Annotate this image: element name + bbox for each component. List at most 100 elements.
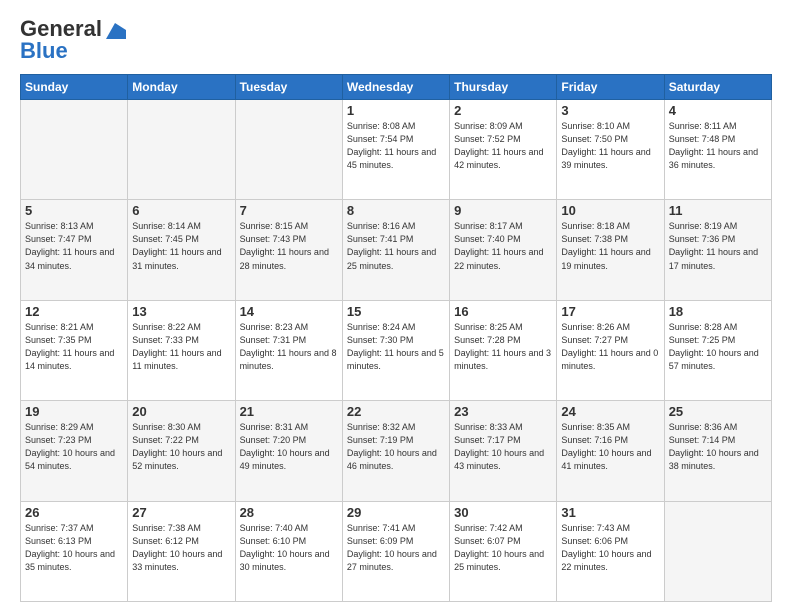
calendar-cell: 7 Sunrise: 8:15 AMSunset: 7:43 PMDaylight… [235,200,342,300]
day-info: Sunrise: 8:36 AMSunset: 7:14 PMDaylight:… [669,421,767,473]
day-number: 23 [454,404,552,419]
day-number: 19 [25,404,123,419]
day-info: Sunrise: 8:24 AMSunset: 7:30 PMDaylight:… [347,321,445,373]
calendar-cell: 21 Sunrise: 8:31 AMSunset: 7:20 PMDayligh… [235,401,342,501]
day-number: 11 [669,203,767,218]
calendar-cell: 24 Sunrise: 8:35 AMSunset: 7:16 PMDayligh… [557,401,664,501]
logo: General Blue [20,16,126,64]
col-thursday: Thursday [450,75,557,100]
calendar-cell: 13Sunrise: 8:22 AMSunset: 7:33 PMDayligh… [128,300,235,400]
day-number: 10 [561,203,659,218]
day-number: 17 [561,304,659,319]
day-info: Sunrise: 8:25 AMSunset: 7:28 PMDaylight:… [454,321,552,373]
calendar-cell: 2 Sunrise: 8:09 AMSunset: 7:52 PMDaylight… [450,100,557,200]
day-number: 8 [347,203,445,218]
calendar-cell: 11 Sunrise: 8:19 AMSunset: 7:36 PMDayligh… [664,200,771,300]
day-info: Sunrise: 8:18 AMSunset: 7:38 PMDaylight:… [561,220,659,272]
day-number: 15 [347,304,445,319]
day-number: 28 [240,505,338,520]
col-friday: Friday [557,75,664,100]
calendar-cell: 27Sunrise: 7:38 AMSunset: 6:12 PMDayligh… [128,501,235,601]
day-number: 29 [347,505,445,520]
calendar-cell: 8 Sunrise: 8:16 AMSunset: 7:41 PMDaylight… [342,200,449,300]
day-info: Sunrise: 8:19 AMSunset: 7:36 PMDaylight:… [669,220,767,272]
calendar-cell: 28Sunrise: 7:40 AMSunset: 6:10 PMDayligh… [235,501,342,601]
day-info: Sunrise: 8:26 AMSunset: 7:27 PMDaylight:… [561,321,659,373]
col-wednesday: Wednesday [342,75,449,100]
calendar-cell: 16 Sunrise: 8:25 AMSunset: 7:28 PMDayligh… [450,300,557,400]
logo-triangle-icon [104,21,126,39]
calendar-cell: 3 Sunrise: 8:10 AMSunset: 7:50 PMDaylight… [557,100,664,200]
calendar-cell: 25 Sunrise: 8:36 AMSunset: 7:14 PMDayligh… [664,401,771,501]
day-number: 13 [132,304,230,319]
day-info: Sunrise: 8:14 AMSunset: 7:45 PMDaylight:… [132,220,230,272]
day-info: Sunrise: 8:16 AMSunset: 7:41 PMDaylight:… [347,220,445,272]
calendar-cell [21,100,128,200]
day-number: 30 [454,505,552,520]
day-info: Sunrise: 7:43 AMSunset: 6:06 PMDaylight:… [561,522,659,574]
day-info: Sunrise: 8:10 AMSunset: 7:50 PMDaylight:… [561,120,659,172]
day-info: Sunrise: 8:23 AMSunset: 7:31 PMDaylight:… [240,321,338,373]
day-number: 7 [240,203,338,218]
calendar-cell: 29 Sunrise: 7:41 AMSunset: 6:09 PMDayligh… [342,501,449,601]
day-number: 3 [561,103,659,118]
day-number: 22 [347,404,445,419]
calendar-cell: 18 Sunrise: 8:28 AMSunset: 7:25 PMDayligh… [664,300,771,400]
calendar-cell [235,100,342,200]
calendar-week-row: 19 Sunrise: 8:29 AMSunset: 7:23 PMDayligh… [21,401,772,501]
day-info: Sunrise: 8:09 AMSunset: 7:52 PMDaylight:… [454,120,552,172]
day-info: Sunrise: 8:35 AMSunset: 7:16 PMDaylight:… [561,421,659,473]
day-info: Sunrise: 8:13 AMSunset: 7:47 PMDaylight:… [25,220,123,272]
calendar-cell [664,501,771,601]
page: General Blue Sunday Monday Tuesday Wedne… [0,0,792,612]
calendar-week-row: 1Sunrise: 8:08 AMSunset: 7:54 PMDaylight… [21,100,772,200]
calendar-cell: 12 Sunrise: 8:21 AMSunset: 7:35 PMDayligh… [21,300,128,400]
calendar-cell: 1Sunrise: 8:08 AMSunset: 7:54 PMDaylight… [342,100,449,200]
calendar-cell: 4Sunrise: 8:11 AMSunset: 7:48 PMDaylight… [664,100,771,200]
day-number: 2 [454,103,552,118]
calendar-week-row: 12 Sunrise: 8:21 AMSunset: 7:35 PMDayligh… [21,300,772,400]
day-info: Sunrise: 8:21 AMSunset: 7:35 PMDaylight:… [25,321,123,373]
calendar-cell: 10 Sunrise: 8:18 AMSunset: 7:38 PMDayligh… [557,200,664,300]
calendar-cell: 5 Sunrise: 8:13 AMSunset: 7:47 PMDaylight… [21,200,128,300]
col-tuesday: Tuesday [235,75,342,100]
day-number: 25 [669,404,767,419]
calendar-header-row: Sunday Monday Tuesday Wednesday Thursday… [21,75,772,100]
header: General Blue [20,16,772,64]
day-info: Sunrise: 7:41 AMSunset: 6:09 PMDaylight:… [347,522,445,574]
calendar-cell: 14 Sunrise: 8:23 AMSunset: 7:31 PMDayligh… [235,300,342,400]
calendar-cell: 19 Sunrise: 8:29 AMSunset: 7:23 PMDayligh… [21,401,128,501]
day-info: Sunrise: 8:31 AMSunset: 7:20 PMDaylight:… [240,421,338,473]
day-number: 14 [240,304,338,319]
calendar-week-row: 5 Sunrise: 8:13 AMSunset: 7:47 PMDaylight… [21,200,772,300]
calendar-cell: 15 Sunrise: 8:24 AMSunset: 7:30 PMDayligh… [342,300,449,400]
day-number: 6 [132,203,230,218]
calendar-week-row: 26Sunrise: 7:37 AMSunset: 6:13 PMDayligh… [21,501,772,601]
day-info: Sunrise: 8:33 AMSunset: 7:17 PMDaylight:… [454,421,552,473]
logo-blue-text: Blue [20,38,68,64]
day-info: Sunrise: 8:08 AMSunset: 7:54 PMDaylight:… [347,120,445,172]
calendar-cell: 23 Sunrise: 8:33 AMSunset: 7:17 PMDayligh… [450,401,557,501]
calendar-cell: 17 Sunrise: 8:26 AMSunset: 7:27 PMDayligh… [557,300,664,400]
day-number: 16 [454,304,552,319]
calendar-cell: 31 Sunrise: 7:43 AMSunset: 6:06 PMDayligh… [557,501,664,601]
day-number: 18 [669,304,767,319]
day-number: 24 [561,404,659,419]
day-number: 9 [454,203,552,218]
day-info: Sunrise: 8:30 AMSunset: 7:22 PMDaylight:… [132,421,230,473]
day-info: Sunrise: 8:28 AMSunset: 7:25 PMDaylight:… [669,321,767,373]
calendar-cell: 26Sunrise: 7:37 AMSunset: 6:13 PMDayligh… [21,501,128,601]
day-info: Sunrise: 8:15 AMSunset: 7:43 PMDaylight:… [240,220,338,272]
calendar-cell: 30 Sunrise: 7:42 AMSunset: 6:07 PMDayligh… [450,501,557,601]
day-number: 27 [132,505,230,520]
day-info: Sunrise: 8:17 AMSunset: 7:40 PMDaylight:… [454,220,552,272]
day-number: 31 [561,505,659,520]
calendar-cell: 22Sunrise: 8:32 AMSunset: 7:19 PMDayligh… [342,401,449,501]
col-monday: Monday [128,75,235,100]
day-info: Sunrise: 8:29 AMSunset: 7:23 PMDaylight:… [25,421,123,473]
day-number: 12 [25,304,123,319]
col-sunday: Sunday [21,75,128,100]
day-number: 21 [240,404,338,419]
day-info: Sunrise: 7:42 AMSunset: 6:07 PMDaylight:… [454,522,552,574]
day-number: 5 [25,203,123,218]
